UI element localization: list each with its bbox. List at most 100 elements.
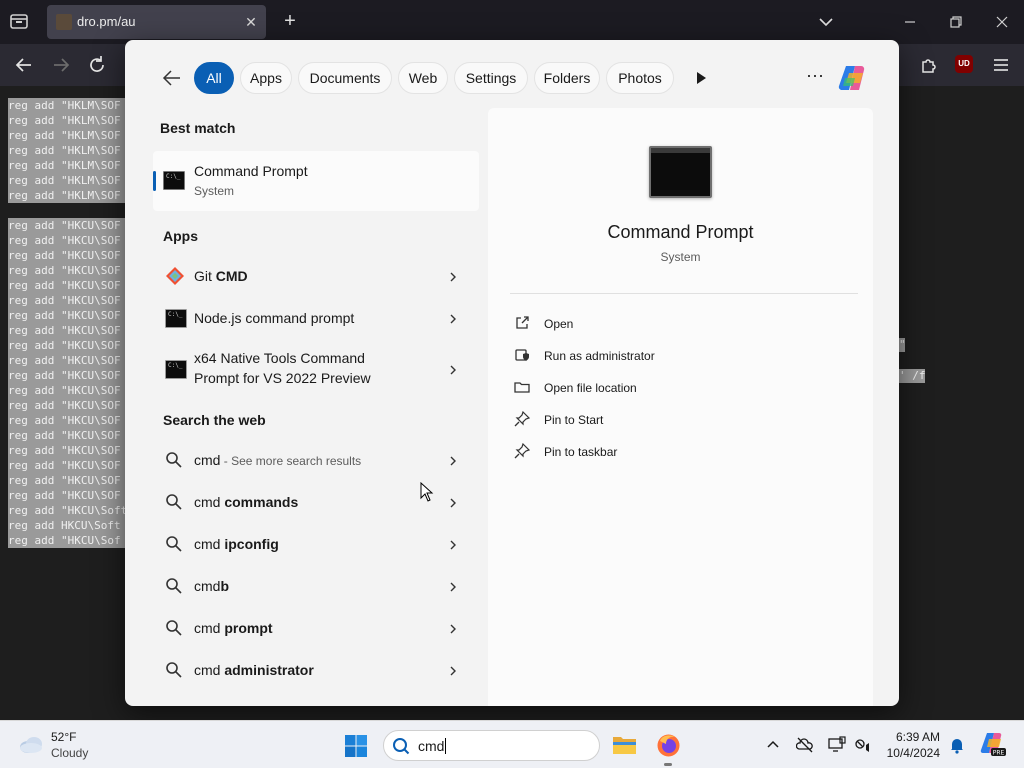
code-line: reg add "HKCU\SOF <box>8 488 125 503</box>
web-result-cmd-ipconfig[interactable]: cmd ipconfig <box>153 524 469 564</box>
code-fragment: ' /f <box>899 369 926 383</box>
search-web-heading: Search the web <box>163 412 266 428</box>
chevron-down-icon[interactable] <box>816 12 836 32</box>
code-line: reg add "HKCU\SOF <box>8 443 125 458</box>
tab-close-icon[interactable]: ✕ <box>242 13 260 31</box>
code-line: reg add HKCU\Soft <box>8 518 125 533</box>
code-line: reg add "HKCU\SOF <box>8 458 125 473</box>
mouse-cursor-icon <box>420 481 434 502</box>
windows-start-icon[interactable] <box>344 734 368 758</box>
search-icon <box>165 661 183 679</box>
onedrive-offline-icon[interactable] <box>795 736 814 754</box>
network-volume-icon[interactable] <box>854 736 872 754</box>
back-arrow-icon[interactable] <box>161 67 183 89</box>
chevron-right-icon <box>447 312 459 324</box>
code-line: reg add "HKLM\SOF <box>8 128 125 143</box>
taskbar-search-input[interactable]: cmd <box>418 738 447 754</box>
web-result-cmd-administrator[interactable]: cmd administrator <box>153 650 469 690</box>
web-result-cmdb[interactable]: cmdb <box>153 566 469 606</box>
web-result-cmd-prompt[interactable]: cmd prompt <box>153 608 469 648</box>
filter-settings[interactable]: Settings <box>454 62 528 94</box>
action-label: Run as administrator <box>544 349 655 363</box>
weather-condition[interactable]: Cloudy <box>51 746 88 760</box>
filter-all[interactable]: All <box>194 62 234 94</box>
code-line: reg add "HKCU\SOF <box>8 233 125 248</box>
filter-folders[interactable]: Folders <box>534 62 600 94</box>
filter-documents[interactable]: Documents <box>298 62 392 94</box>
search-icon <box>165 451 183 469</box>
play-more-filters-icon[interactable] <box>693 70 709 86</box>
chevron-up-icon[interactable] <box>764 736 782 754</box>
weather-temperature[interactable]: 52°F <box>51 730 76 744</box>
pin-icon <box>514 410 531 427</box>
code-line: reg add "HKLM\SOF <box>8 113 125 128</box>
pre-badge-text: PRE <box>993 750 1005 757</box>
firefox-icon[interactable] <box>656 733 681 758</box>
code-line: reg add "HKCU\SOF <box>8 473 125 488</box>
reload-icon[interactable] <box>86 54 108 76</box>
code-fragment: " <box>899 338 906 352</box>
app-item-git-cmd[interactable]: Git CMD <box>153 256 469 296</box>
code-line: reg add "HKCU\Sof <box>8 533 125 548</box>
action-label: Pin to Start <box>544 413 604 427</box>
clock-date[interactable]: 10/4/2024 <box>880 746 940 760</box>
nodejs-prompt-icon <box>165 309 187 328</box>
code-line: reg add "HKCU\SOF <box>8 413 125 428</box>
browser-tab[interactable]: dro.pm/au ✕ <box>47 5 266 39</box>
window-close-icon[interactable] <box>992 12 1012 32</box>
action-open[interactable]: Open <box>514 313 714 337</box>
code-block-hklm: reg add "HKLM\SOF reg add "HKLM\SOF reg ad… <box>8 98 125 203</box>
clock-time[interactable]: 6:39 AM <box>880 730 940 744</box>
notification-bell-icon[interactable] <box>948 736 966 754</box>
forward-arrow-icon[interactable] <box>50 54 72 76</box>
code-line: reg add "HKCU\SOF <box>8 323 125 338</box>
display-icon[interactable] <box>828 736 846 754</box>
filter-apps[interactable]: Apps <box>240 62 292 94</box>
filter-photos[interactable]: Photos <box>606 62 674 94</box>
selection-accent <box>153 171 156 191</box>
code-line: reg add "HKCU\SOF <box>8 248 125 263</box>
search-icon <box>165 619 183 637</box>
app-label-line2: Prompt for VS 2022 Preview <box>194 370 371 386</box>
web-result-label: cmd - See more search results <box>194 452 362 468</box>
code-line: reg add "HKCU\SOF <box>8 338 125 353</box>
code-line: reg add "HKCU\SOF <box>8 383 125 398</box>
filter-web[interactable]: Web <box>398 62 448 94</box>
app-item-x64-native-tools[interactable]: x64 Native Tools Command Prompt for VS 2… <box>153 343 469 397</box>
web-result-label: cmd commands <box>194 494 299 510</box>
best-match-command-prompt[interactable]: Command Prompt System <box>153 151 479 211</box>
back-arrow-icon[interactable] <box>13 54 35 76</box>
ublock-extension-icon[interactable]: UD <box>955 55 973 73</box>
minimize-icon[interactable] <box>900 12 920 32</box>
copilot-icon[interactable] <box>837 63 869 93</box>
web-result-label: cmd ipconfig <box>194 536 279 552</box>
new-tab-button[interactable]: + <box>280 11 300 33</box>
command-prompt-large-icon <box>649 146 712 198</box>
app-item-nodejs-prompt[interactable]: Node.js command prompt <box>153 298 469 338</box>
taskbar-search-box[interactable]: cmd <box>383 730 600 761</box>
web-result-cmd[interactable]: cmd - See more search results <box>153 440 469 480</box>
file-explorer-icon[interactable] <box>612 733 637 757</box>
code-line: reg add "HKCU\SOF <box>8 218 125 233</box>
pin-icon <box>514 442 531 459</box>
web-result-label: cmd administrator <box>194 662 314 678</box>
extensions-puzzle-icon[interactable] <box>918 54 940 76</box>
cloud-weather-icon[interactable] <box>18 733 44 755</box>
more-options-button[interactable]: ··· <box>805 66 825 88</box>
action-run-as-admin[interactable]: Run as administrator <box>514 345 714 369</box>
chevron-right-icon <box>447 664 459 676</box>
tab-list-icon[interactable] <box>8 10 32 34</box>
folder-icon <box>514 379 530 395</box>
web-result-label: cmd prompt <box>194 620 273 636</box>
menu-hamburger-icon[interactable] <box>990 54 1012 76</box>
code-line: reg add "HKCU\SOF <box>8 308 125 323</box>
code-line: reg add "HKLM\SOF <box>8 143 125 158</box>
search-icon <box>165 535 183 553</box>
code-line: reg add "HKLM\SOF <box>8 98 125 113</box>
action-label: Pin to taskbar <box>544 445 618 459</box>
action-pin-to-taskbar[interactable]: Pin to taskbar <box>514 441 714 465</box>
copilot-pre-icon[interactable]: PRE <box>980 731 1006 757</box>
action-open-file-location[interactable]: Open file location <box>514 377 714 401</box>
restore-icon[interactable] <box>946 12 966 32</box>
action-pin-to-start[interactable]: Pin to Start <box>514 409 714 433</box>
